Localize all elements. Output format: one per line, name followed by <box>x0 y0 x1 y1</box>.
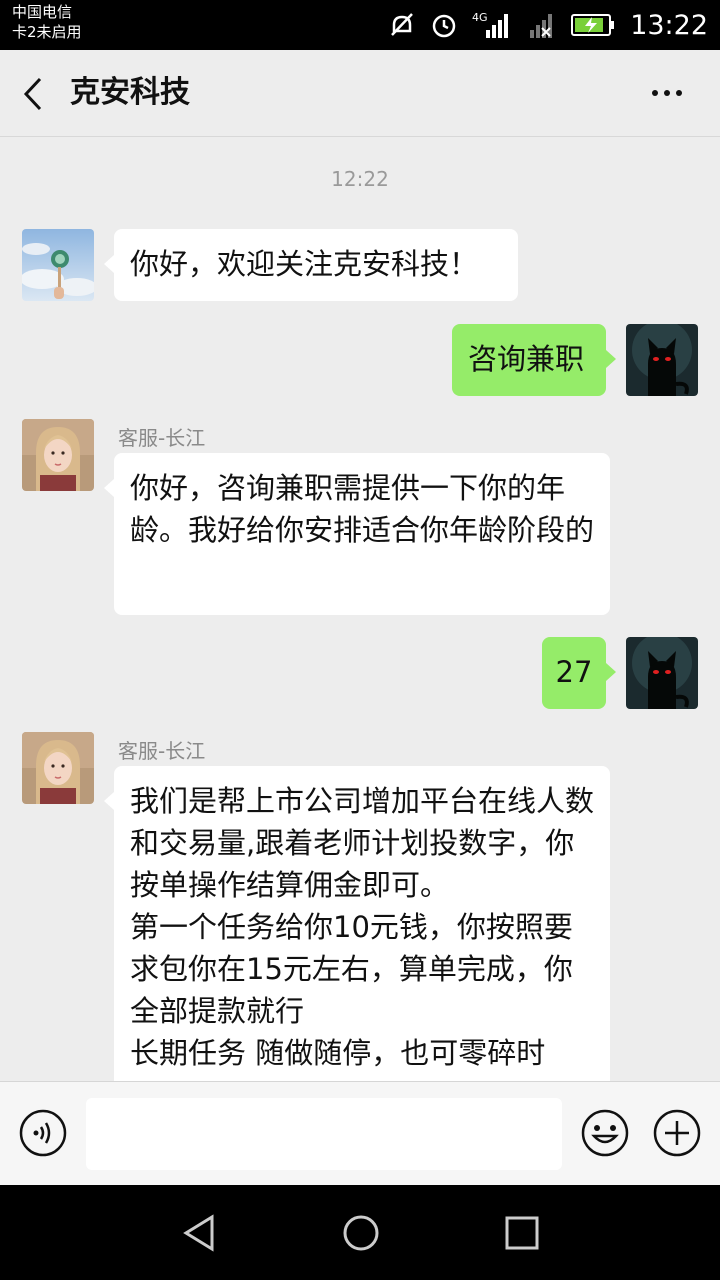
message-bubble-incoming[interactable]: 你好，咨询兼职需提供一下你的年龄。我好给你安排适合你年龄阶段的 <box>104 453 610 615</box>
black-cat-avatar-image <box>626 637 698 709</box>
nav-recents-button[interactable] <box>502 1213 542 1253</box>
status-bar: 中国电信 卡2未启用 4G 13:22 <box>0 0 720 50</box>
official-account-avatar[interactable] <box>22 229 94 301</box>
nav-home-button[interactable] <box>341 1213 381 1253</box>
nav-back-button[interactable] <box>180 1213 220 1253</box>
back-button[interactable] <box>20 77 50 111</box>
message-input[interactable] <box>86 1098 562 1170</box>
self-avatar[interactable] <box>626 324 698 396</box>
message-paragraph: 第一个任务给你10元钱，你按照要求包你在15元左右，算单完成，你全部提款就行 <box>130 910 573 1028</box>
girl-portrait-avatar-image <box>22 419 94 491</box>
voice-button[interactable] <box>18 1108 68 1158</box>
chevron-left-icon <box>23 77 42 111</box>
carrier-line-1: 中国电信 <box>12 3 73 21</box>
message-bubble-outgoing[interactable]: 27 <box>542 637 616 709</box>
agent-avatar[interactable] <box>22 732 94 804</box>
message-bubble-outgoing[interactable]: 咨询兼职 <box>452 324 616 396</box>
carrier-info: 中国电信 卡2未启用 <box>12 2 82 42</box>
battery-charging-icon <box>570 12 616 38</box>
girl-portrait-avatar-image <box>22 732 94 804</box>
network-type: 4G <box>472 11 488 24</box>
voice-icon <box>19 1109 67 1157</box>
message-bubble-incoming[interactable]: 我们是帮上市公司增加平台在线人数和交易量,跟着老师计划投数字，你按单操作结算佣金… <box>104 766 610 1081</box>
agent-avatar[interactable] <box>22 419 94 491</box>
alarm-icon <box>430 11 458 39</box>
mute-icon <box>388 11 416 39</box>
message-text: 咨询兼职 <box>468 342 585 376</box>
black-cat-avatar-image <box>626 324 698 396</box>
more-dots-icon <box>652 90 682 96</box>
carrier-line-2: 卡2未启用 <box>12 23 82 41</box>
more-button[interactable] <box>650 80 690 106</box>
message-text: 27 <box>555 655 593 689</box>
system-nav-bar <box>0 1185 720 1280</box>
message-text: 你好，咨询兼职需提供一下你的年龄。我好给你安排适合你年龄阶段的 <box>130 471 595 547</box>
sender-name: 客服-长江 <box>118 739 206 763</box>
status-time: 13:22 <box>630 9 708 41</box>
more-functions-button[interactable] <box>652 1108 702 1158</box>
input-bar <box>0 1081 720 1186</box>
nav-home-icon <box>343 1215 379 1251</box>
message-paragraph: 长期任务 随做随停，也可零碎时 <box>130 1036 546 1070</box>
sender-name: 客服-长江 <box>118 426 206 450</box>
message-bubble-incoming[interactable]: 你好，欢迎关注克安科技！ <box>104 229 518 301</box>
self-avatar[interactable] <box>626 637 698 709</box>
emoji-button[interactable] <box>580 1108 630 1158</box>
message-timestamp: 12:22 <box>331 167 389 191</box>
message-text: 你好，欢迎关注克安科技！ <box>130 247 479 281</box>
chat-header: 克安科技 <box>0 50 720 137</box>
signal-4g-icon: 4G <box>472 10 512 40</box>
message-list[interactable]: 12:22 你好，欢迎关注克安科技！ 咨询兼职 客服-长江 你好，咨询兼职需提供… <box>0 137 720 1081</box>
message-paragraph: 我们是帮上市公司增加平台在线人数和交易量,跟着老师计划投数字，你按单操作结算佣金… <box>130 784 595 902</box>
lollipop-sky-avatar-image <box>22 229 94 301</box>
plus-icon <box>653 1109 701 1157</box>
nav-back-icon <box>183 1214 214 1252</box>
emoji-icon <box>581 1109 629 1157</box>
chat-title: 克安科技 <box>70 75 190 110</box>
status-icons: 4G 13:22 <box>388 0 708 50</box>
signal-sim2-icon <box>526 10 556 40</box>
nav-recents-icon <box>505 1216 539 1250</box>
